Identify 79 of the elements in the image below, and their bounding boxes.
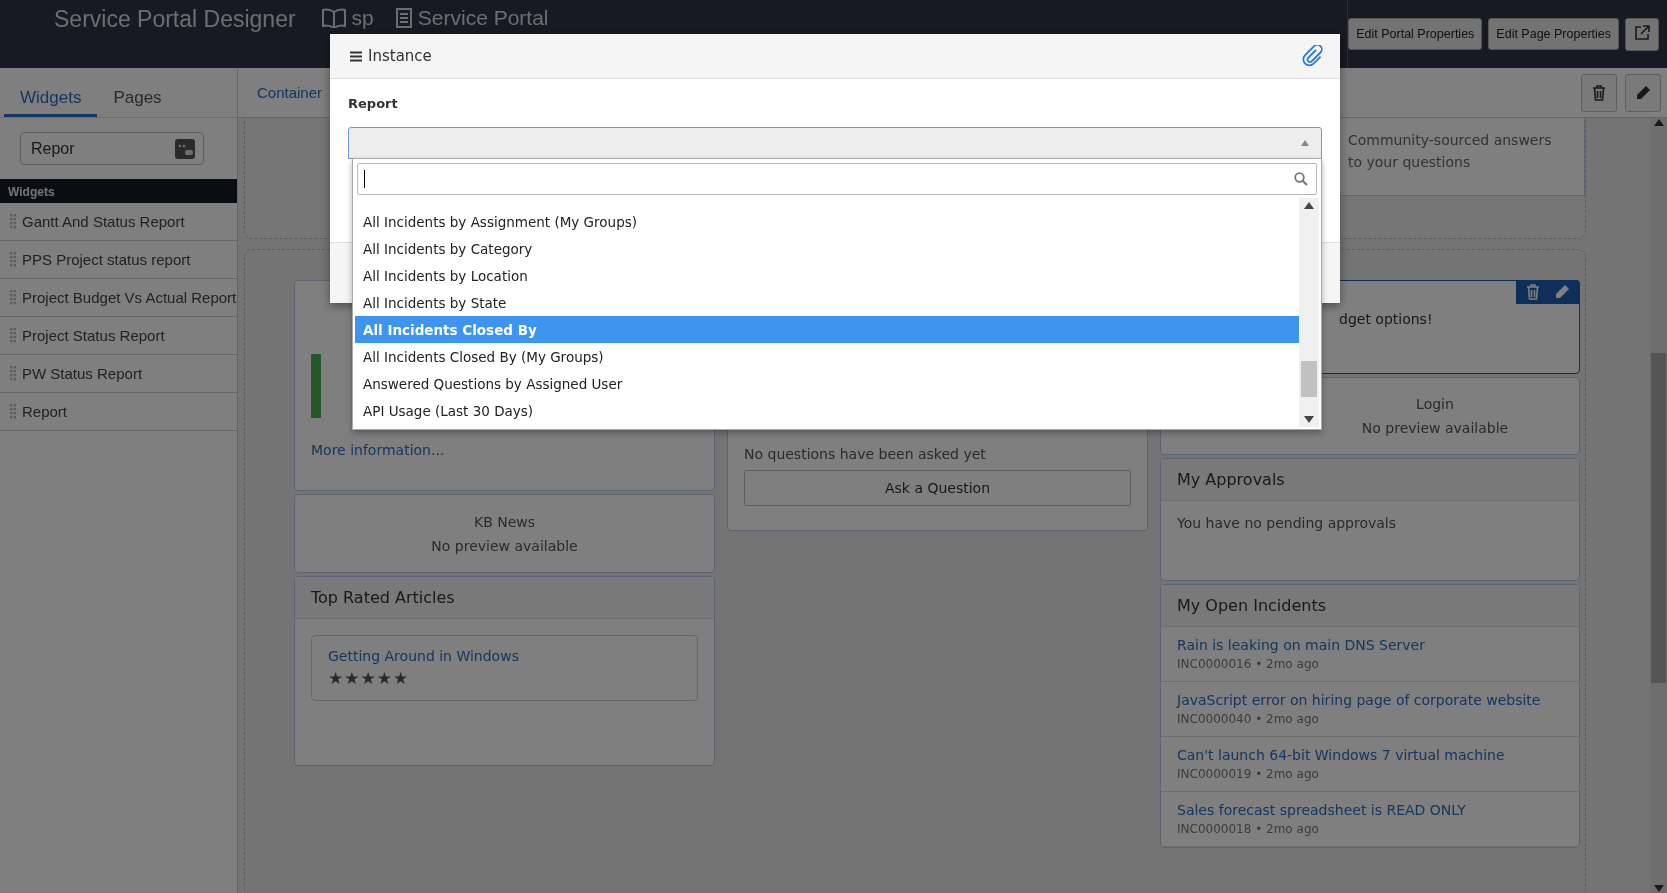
drag-handle-icon (10, 289, 16, 306)
widget-icon (175, 138, 195, 159)
section-header: Widgets (0, 179, 237, 203)
widget-title: KB News (473, 513, 536, 530)
app-title: Service Portal Designer (54, 6, 296, 33)
portal-id: sp (351, 6, 374, 30)
preview-message: No preview available (1361, 420, 1509, 436)
edit-page-button[interactable]: Edit Page Properties (1488, 18, 1619, 50)
card-header: My Approvals (1161, 459, 1579, 501)
dropdown-search-field[interactable] (357, 163, 1317, 195)
external-link-button[interactable] (1625, 17, 1659, 51)
external-link-icon (1634, 24, 1650, 41)
widget-search-field[interactable]: Repor (20, 132, 204, 165)
empty-message: No questions have been asked yet (743, 446, 987, 462)
widget-list-item[interactable]: PW Status Report (0, 355, 237, 393)
widget-hint: dget options! (1339, 311, 1433, 327)
star-icon: ★ (360, 668, 376, 688)
incident-link[interactable]: Rain is leaking on main DNS Server (1177, 637, 1563, 653)
edit-button[interactable] (1625, 73, 1661, 112)
sidebar-tab[interactable]: Pages (97, 68, 178, 117)
trash-icon (1526, 284, 1540, 300)
scroll-up-icon[interactable] (1304, 202, 1314, 209)
article-link[interactable]: Getting Around in Windows (328, 648, 681, 664)
scroll-down-icon[interactable] (1304, 416, 1314, 423)
status-bar-graphic (311, 354, 321, 418)
pencil-icon (1635, 84, 1651, 101)
widget-list-item[interactable]: PPS Project status report (0, 241, 237, 279)
portal-name: Service Portal (417, 6, 549, 30)
drag-handle-icon (10, 251, 16, 268)
preview-message: No preview available (431, 537, 578, 554)
star-icon: ★ (376, 668, 392, 688)
modal-title: Instance (368, 47, 432, 65)
incident-meta: INC0000019 • 2mo ago (1177, 767, 1320, 781)
search-icon (1294, 172, 1308, 186)
incident-meta: INC0000040 • 2mo ago (1177, 712, 1320, 726)
widget-list-item[interactable]: Report (0, 393, 237, 431)
widget-list-item[interactable]: Gantt And Status Report (0, 203, 237, 241)
star-icon: ★ (328, 668, 344, 688)
scrollbar[interactable] (1650, 118, 1667, 893)
document-icon (395, 8, 412, 28)
star-icon: ★ (344, 668, 360, 688)
caret-icon (1301, 140, 1309, 146)
drag-handle-icon (10, 213, 16, 230)
widget-title: Login (1416, 396, 1454, 412)
card-header: My Open Incidents (1161, 585, 1579, 627)
drag-handle-icon (10, 403, 16, 420)
widget-list-item[interactable]: Project Status Report (0, 317, 237, 355)
field-label: Report (348, 96, 399, 111)
incident-meta: INC0000018 • 2mo ago (1177, 822, 1320, 836)
ask-question-button[interactable]: Ask a Question (744, 470, 1131, 506)
card-header: Top Rated Articles (295, 577, 714, 619)
dropdown-option[interactable]: All Incidents Closed By (355, 316, 1299, 343)
menu-icon (350, 50, 362, 62)
scroll-thumb[interactable] (1301, 361, 1317, 397)
dropdown-option[interactable]: All Incidents by Assignment (My Groups) (355, 208, 1299, 235)
empty-message: You have no pending approvals (1176, 514, 1398, 533)
paperclip-icon[interactable] (1302, 45, 1324, 67)
widget-list-item[interactable]: Project Budget Vs Actual Report (0, 279, 237, 317)
scroll-down-icon[interactable] (1653, 885, 1664, 893)
trash-icon (1592, 84, 1606, 101)
incident-link[interactable]: Can't launch 64-bit Windows 7 virtual machine (1177, 747, 1563, 763)
scroll-thumb[interactable] (1651, 353, 1666, 683)
list-scrollbar[interactable] (1299, 198, 1319, 427)
dropdown-option[interactable]: API Usage (Last 30 Days) (355, 397, 1299, 424)
more-information-link[interactable]: More information... (311, 442, 445, 458)
report-select[interactable] (348, 127, 1322, 159)
book-icon (321, 8, 346, 28)
incident-meta: INC0000016 • 2mo ago (1177, 657, 1320, 671)
sidebar-tab[interactable]: Widgets (4, 68, 98, 117)
edit-portal-button[interactable]: Edit Portal Properties (1348, 18, 1483, 50)
star-icon: ★ (393, 668, 409, 688)
drag-handle-icon (10, 365, 16, 382)
incident-link[interactable]: Sales forecast spreadsheet is READ ONLY (1177, 802, 1563, 818)
container-tab[interactable]: Container (257, 84, 323, 101)
incident-link[interactable]: JavaScript error on hiring page of corporate website (1177, 692, 1563, 708)
drag-handle-icon (10, 327, 16, 344)
pencil-icon (1554, 284, 1570, 300)
delete-button[interactable] (1581, 73, 1617, 112)
dropdown-option[interactable]: All Incidents by Category (355, 235, 1299, 262)
